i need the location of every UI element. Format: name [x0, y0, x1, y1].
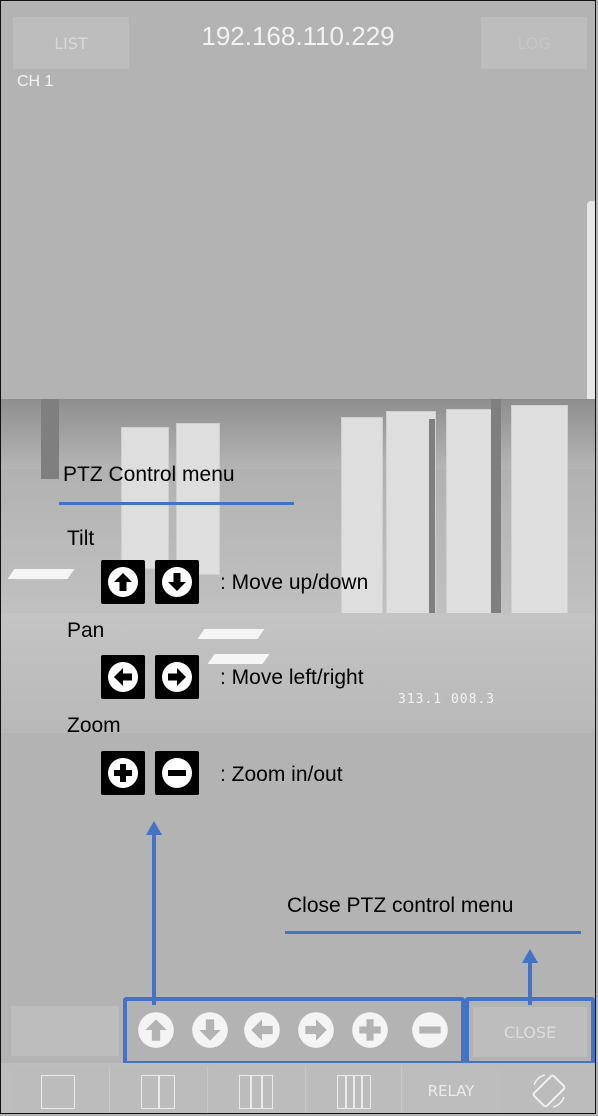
split-4-view-icon — [337, 1075, 371, 1109]
video-pillar — [41, 399, 59, 479]
ptz-buttons-highlight — [123, 997, 465, 1065]
log-button[interactable]: LOG — [481, 17, 587, 69]
video-panel — [511, 405, 568, 647]
video-light — [7, 569, 75, 579]
scrollbar[interactable] — [587, 201, 595, 431]
ptz-menu-title: PTZ Control menu — [63, 463, 235, 486]
video-panel — [121, 427, 169, 569]
pan-label: Pan — [67, 619, 105, 642]
layout-split-2-button[interactable] — [111, 1067, 208, 1113]
tilt-description: : Move up/down — [220, 571, 369, 594]
right-arrow-icon — [155, 655, 199, 699]
up-arrow-icon — [101, 560, 145, 604]
zoom-label: Zoom — [67, 714, 121, 737]
close-button-highlight — [465, 997, 595, 1065]
rotate-button[interactable] — [501, 1067, 595, 1113]
video-light — [197, 629, 265, 639]
app-screen: LIST 192.168.110.229 LOG CH 1 313.1 008.… — [0, 0, 596, 1114]
pan-description: : Move left/right — [220, 666, 364, 689]
close-menu-description: Close PTZ control menu — [287, 894, 514, 917]
split-divider — [361, 1076, 363, 1108]
ptz-menu-title-underline — [59, 502, 294, 505]
layout-split-3-button[interactable] — [209, 1067, 306, 1113]
split-divider — [261, 1076, 263, 1108]
annotation-arrow-line — [152, 833, 156, 1005]
split-divider — [250, 1076, 252, 1108]
split-divider — [158, 1076, 160, 1108]
relay-button[interactable]: RELAY — [403, 1067, 499, 1113]
channel-label: CH 1 — [17, 73, 54, 90]
zoom-in-icon — [101, 751, 145, 795]
ptz-control-bar: CLOSE — [1, 997, 595, 1065]
top-bar: LIST 192.168.110.229 LOG — [1, 1, 595, 75]
video-light — [207, 654, 270, 664]
left-arrow-icon — [101, 655, 145, 699]
video-osd-text: 313.1 008.3 — [398, 692, 496, 707]
layout-single-button[interactable] — [11, 1067, 110, 1113]
blank-button — [11, 1006, 119, 1056]
rotate-icon — [532, 1074, 566, 1108]
single-view-icon — [41, 1075, 75, 1109]
zoom-out-icon — [155, 751, 199, 795]
tilt-label: Tilt — [67, 527, 95, 550]
video-pillar — [491, 399, 501, 649]
split-2-view-icon — [141, 1075, 175, 1109]
split-divider — [345, 1076, 347, 1108]
bottom-layout-bar: RELAY — [1, 1063, 595, 1113]
zoom-description: : Zoom in/out — [220, 763, 343, 786]
video-pillar — [429, 419, 435, 639]
close-description-underline — [285, 931, 581, 934]
down-arrow-icon — [155, 560, 199, 604]
video-ceiling — [1, 399, 595, 469]
video-panel — [176, 423, 220, 575]
layout-split-4-button[interactable] — [307, 1067, 402, 1113]
split-3-view-icon — [239, 1075, 273, 1109]
split-divider — [353, 1076, 355, 1108]
